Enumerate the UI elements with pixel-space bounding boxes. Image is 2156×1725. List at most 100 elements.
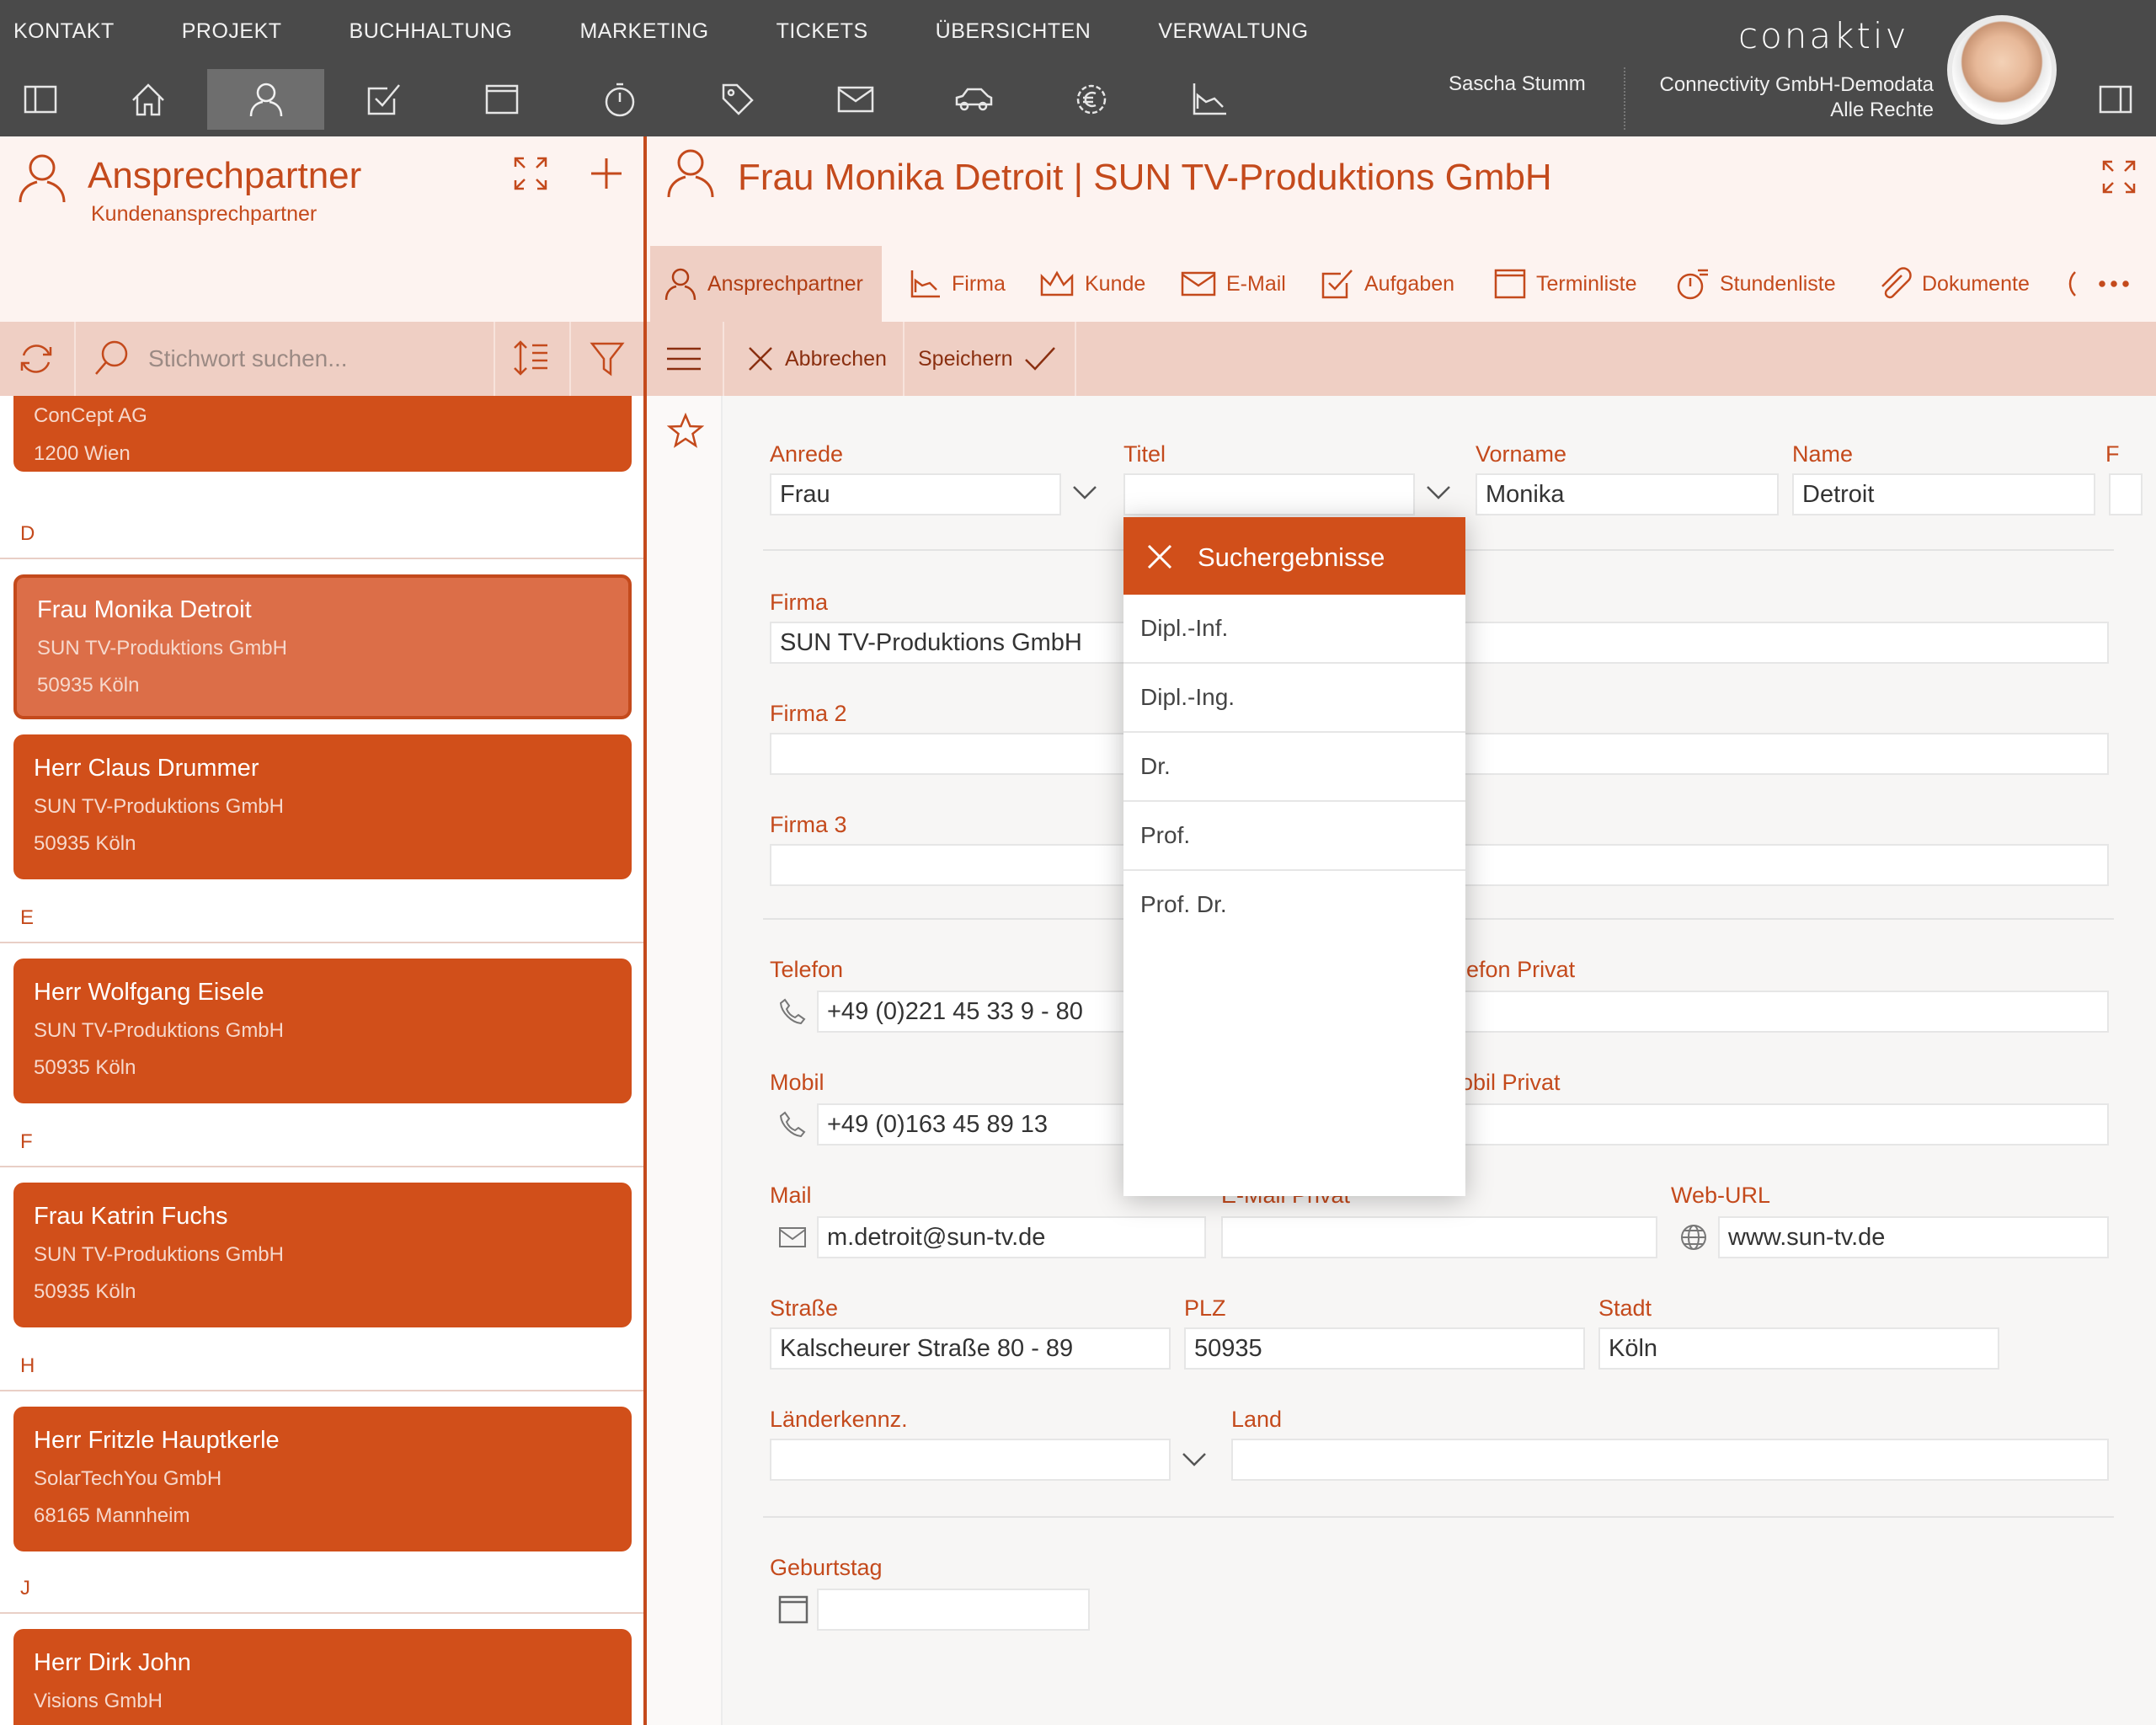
- letter-heading: D: [20, 522, 35, 545]
- contact-card[interactable]: ConCept AG 1200 Wien: [13, 396, 632, 472]
- anrede-select[interactable]: Frau: [770, 473, 1061, 515]
- titel-select[interactable]: [1123, 473, 1415, 515]
- tab-aufgaben[interactable]: Aufgaben: [1321, 246, 1454, 322]
- contact-card[interactable]: Frau Katrin Fuchs SUN TV-Produktions Gmb…: [13, 1183, 632, 1327]
- name-field[interactable]: Detroit: [1792, 473, 2095, 515]
- nav-vehicles-button[interactable]: [915, 69, 1032, 130]
- menu-marketing[interactable]: MARKETING: [579, 19, 708, 44]
- expand-detail-button[interactable]: [2100, 158, 2137, 195]
- tab-more[interactable]: [2065, 246, 2143, 322]
- tab-dokumente[interactable]: Dokumente: [1878, 246, 2030, 322]
- contact-company: SUN TV-Produktions GmbH: [34, 795, 284, 818]
- label-vorname: Vorname: [1476, 441, 1567, 467]
- organization-info[interactable]: Connectivity GmbH-Demodata Alle Rechte: [1660, 72, 1934, 123]
- plz-field[interactable]: 50935: [1184, 1327, 1585, 1370]
- save-button[interactable]: Speichern: [918, 322, 1057, 396]
- refresh-button[interactable]: [17, 340, 56, 377]
- contact-card[interactable]: Herr Claus Drummer SUN TV-Produktions Gm…: [13, 734, 632, 879]
- top-divider: [1624, 67, 1625, 130]
- menu-uebersichten[interactable]: ÜBERSICHTEN: [936, 19, 1091, 44]
- tab-kunde[interactable]: Kunde: [1039, 246, 1145, 322]
- nav-mail-button[interactable]: [797, 69, 914, 130]
- nav-tasks-button[interactable]: [325, 69, 442, 130]
- stadt-field[interactable]: Köln: [1598, 1327, 1999, 1370]
- search-icon-wrap: [93, 339, 131, 377]
- globe-icon: [1681, 1225, 1706, 1250]
- contact-card[interactable]: Herr Dirk John Visions GmbH: [13, 1629, 632, 1725]
- favorite-button[interactable]: [667, 413, 704, 448]
- tab-label: Ansprechpartner: [707, 271, 863, 296]
- mobil-privat-field[interactable]: [1432, 1103, 2109, 1146]
- conaktiv-logo: conaktiv: [1738, 15, 1909, 56]
- menu-projekt[interactable]: PROJEKT: [182, 19, 282, 44]
- toggle-left-sidebar-button[interactable]: [0, 69, 81, 130]
- menu-tickets[interactable]: TICKETS: [776, 19, 868, 44]
- filter-button[interactable]: [590, 340, 625, 377]
- sidebar-toggle-icon: [2099, 85, 2132, 114]
- nav-home-button[interactable]: [89, 69, 206, 130]
- toggle-right-sidebar-button[interactable]: [2082, 69, 2149, 130]
- label-mobil-privat: obil Privat: [1460, 1070, 1561, 1095]
- cut-field[interactable]: [2109, 473, 2143, 515]
- mail-field[interactable]: m.detroit@sun-tv.de: [817, 1216, 1206, 1258]
- contact-card-selected[interactable]: Frau Monika Detroit SUN TV-Produktions G…: [13, 574, 632, 719]
- nav-calendar-button[interactable]: [443, 69, 560, 130]
- chevron-down-icon[interactable]: [1071, 483, 1098, 502]
- nav-time-button[interactable]: [561, 69, 678, 130]
- nav-finance-button[interactable]: [1033, 69, 1150, 130]
- laenderkennz-select[interactable]: [770, 1439, 1171, 1481]
- add-contact-button[interactable]: [588, 155, 625, 192]
- menu-verwaltung[interactable]: VERWALTUNG: [1158, 19, 1308, 44]
- calendar-icon[interactable]: [778, 1595, 808, 1624]
- tab-email[interactable]: E-Mail: [1181, 246, 1286, 322]
- mail-icon: [779, 1227, 806, 1247]
- cancel-button[interactable]: Abbrechen: [746, 322, 887, 396]
- tab-ansprechpartner[interactable]: Ansprechpartner: [650, 246, 882, 322]
- contact-card[interactable]: Herr Wolfgang Eisele SUN TV-Produktions …: [13, 959, 632, 1103]
- strasse-field[interactable]: Kalscheurer Straße 80 - 89: [770, 1327, 1171, 1370]
- expand-panel-button[interactable]: [512, 155, 549, 192]
- contact-city: 68165 Mannheim: [34, 1504, 190, 1527]
- user-avatar[interactable]: [1947, 15, 2057, 125]
- tag-icon: [722, 83, 754, 115]
- tab-firma[interactable]: Firma: [910, 246, 1006, 322]
- menu-button[interactable]: [665, 322, 702, 396]
- nav-contacts-button[interactable]: [207, 69, 324, 130]
- label-telefon-privat: elefon Privat: [1449, 957, 1576, 982]
- menu-buchhaltung[interactable]: BUCHHALTUNG: [350, 19, 513, 44]
- chevron-down-icon[interactable]: [1425, 483, 1452, 502]
- close-icon[interactable]: [1145, 542, 1174, 571]
- land-field[interactable]: [1231, 1439, 2109, 1481]
- option-item[interactable]: Prof.: [1123, 802, 1465, 871]
- contact-card[interactable]: Herr Fritzle Hauptkerle SolarTechYou Gmb…: [13, 1407, 632, 1551]
- option-item[interactable]: Dipl.-Inf.: [1123, 595, 1465, 664]
- user-name[interactable]: Sascha Stumm: [1449, 72, 1586, 96]
- nav-tags-button[interactable]: [679, 69, 796, 130]
- search-input[interactable]: [148, 337, 485, 381]
- contact-company: SolarTechYou GmbH: [34, 1467, 222, 1490]
- tab-label: Kunde: [1085, 271, 1146, 296]
- contact-city: 50935 Köln: [34, 1280, 136, 1303]
- tab-terminliste[interactable]: Terminliste: [1494, 246, 1636, 322]
- option-item[interactable]: Dipl.-Ing.: [1123, 664, 1465, 733]
- contact-city: 50935 Köln: [34, 832, 136, 855]
- person-icon: [664, 268, 696, 301]
- web-url-field[interactable]: www.sun-tv.de: [1718, 1216, 2109, 1258]
- email-privat-field[interactable]: [1221, 1216, 1657, 1258]
- telefon-privat-field[interactable]: [1432, 991, 2109, 1033]
- vorname-field[interactable]: Monika: [1476, 473, 1779, 515]
- expand-icon: [514, 157, 547, 190]
- chevron-down-icon[interactable]: [1181, 1450, 1208, 1469]
- option-item[interactable]: Prof. Dr.: [1123, 871, 1465, 940]
- toolbar-separator: [494, 322, 495, 396]
- menu-kontakt[interactable]: KONTAKT: [13, 19, 115, 44]
- nav-reports-button[interactable]: [1150, 69, 1267, 130]
- label-name: Name: [1792, 441, 1854, 467]
- refresh-icon: [20, 344, 52, 373]
- tab-stundenliste[interactable]: Stundenliste: [1676, 246, 1836, 322]
- geburtstag-field[interactable]: [817, 1589, 1090, 1631]
- contact-city: 50935 Köln: [37, 674, 140, 697]
- option-item[interactable]: Dr.: [1123, 733, 1465, 802]
- divider: [0, 558, 643, 559]
- sort-button[interactable]: [512, 339, 551, 377]
